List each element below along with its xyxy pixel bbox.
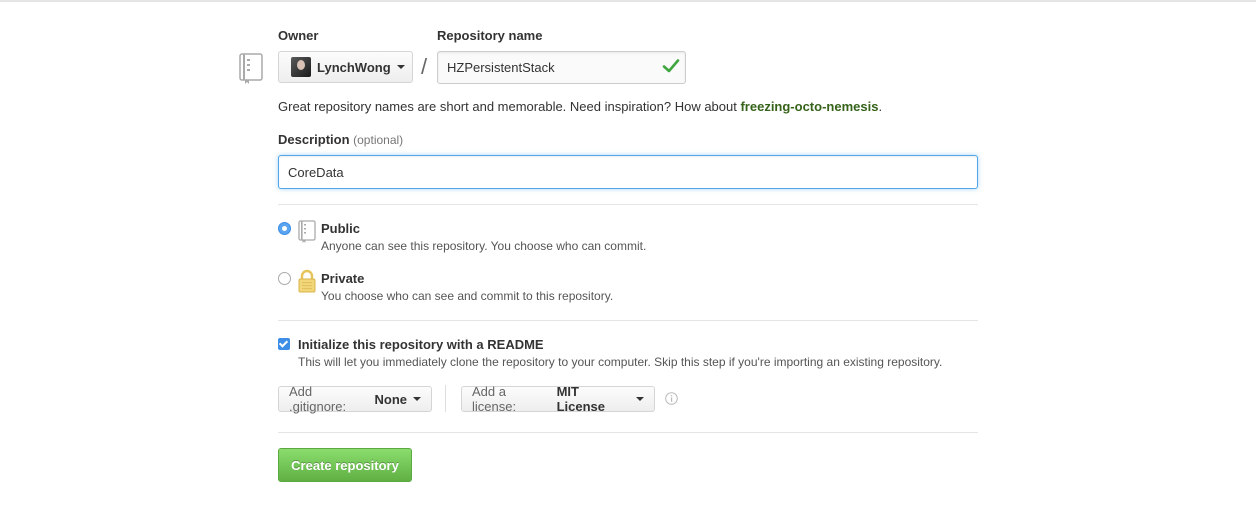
owner-dropdown[interactable]: LynchWong — [278, 51, 413, 83]
create-repository-button[interactable]: Create repository — [278, 448, 412, 482]
readme-checkbox[interactable] — [278, 338, 290, 350]
owner-label: Owner — [278, 28, 319, 43]
description-input[interactable] — [278, 155, 978, 189]
repository-name-input[interactable] — [437, 51, 686, 84]
gitignore-prefix: Add .gitignore: — [289, 384, 347, 414]
name-suggestion-link[interactable]: freezing-octo-nemesis — [740, 99, 878, 114]
readme-title[interactable]: Initialize this repository with a README — [298, 337, 544, 352]
private-note: You choose who can see and commit to thi… — [321, 289, 614, 303]
info-icon[interactable] — [665, 392, 678, 405]
owner-repo-separator: / — [421, 54, 428, 79]
repo-book-icon — [298, 220, 316, 243]
gitignore-value: None — [374, 391, 408, 407]
caret-down-icon — [396, 65, 405, 69]
public-radio[interactable] — [278, 222, 291, 235]
divider — [278, 204, 978, 205]
divider — [278, 432, 978, 433]
description-label-row: Description (optional) — [278, 132, 403, 147]
divider — [278, 320, 978, 321]
description-label: Description — [278, 132, 350, 147]
public-note: Anyone can see this repository. You choo… — [321, 239, 647, 253]
name-hint: Great repository names are short and mem… — [278, 99, 882, 114]
gitignore-dropdown[interactable]: Add .gitignore: None — [278, 384, 432, 414]
private-radio[interactable] — [278, 272, 291, 285]
name-hint-suffix: . — [878, 99, 883, 114]
caret-down-icon — [413, 397, 421, 401]
license-prefix: Add a license: — [472, 384, 517, 414]
dropdown-separator — [445, 385, 446, 412]
owner-name: LynchWong — [317, 59, 391, 75]
caret-down-icon — [636, 397, 644, 401]
repo-book-icon — [239, 53, 263, 84]
license-value: MIT License — [556, 384, 605, 414]
name-hint-text: Great repository names are short and mem… — [278, 99, 741, 114]
repository-name-label: Repository name — [437, 28, 543, 43]
private-title[interactable]: Private — [321, 271, 364, 286]
lock-icon — [298, 269, 316, 293]
license-dropdown[interactable]: Add a license: MIT License — [461, 384, 655, 414]
avatar — [291, 57, 311, 77]
top-divider — [0, 0, 1256, 2]
public-title[interactable]: Public — [321, 221, 360, 236]
checkmark-icon — [662, 59, 680, 73]
description-optional-note: (optional) — [353, 133, 404, 147]
readme-note: This will let you immediately clone the … — [298, 355, 943, 369]
